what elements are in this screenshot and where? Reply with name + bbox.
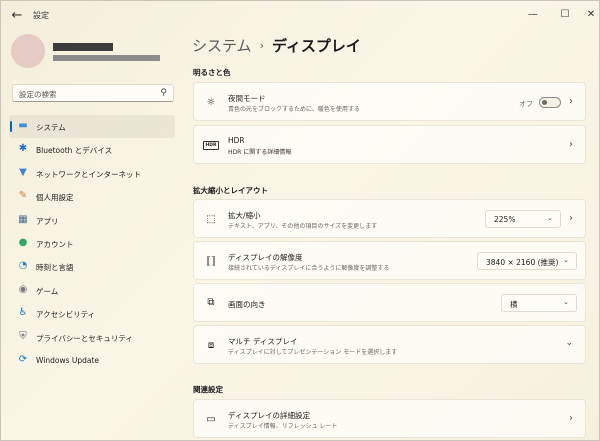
sidebar-item-1[interactable]: ✱ Bluetooth とデバイス [9,138,175,161]
hdr-desc: HDR に関する詳細情報 [228,149,292,156]
sidebar-item-label: Windows Update [36,355,100,365]
toggle-knob [542,100,547,105]
sidebar-item-2[interactable]: ▼ ネットワークとインターネット [9,162,175,185]
chevron-right-icon: › [569,213,573,224]
breadcrumb: システム › ディスプレイ [192,35,361,56]
scale-dropdown[interactable]: 225% ⌄ [485,210,561,228]
search-placeholder: 設定の検索 [19,90,57,99]
sidebar-item-label: 時刻と言語 [36,263,74,273]
chevron-right-icon: › [569,139,573,150]
monitor-icon: ▬ [18,120,28,131]
monitor-icon: ▭ [206,414,216,425]
scale-desc: テキスト、アプリ、その他の項目のサイズを変更します [228,223,378,230]
night-light-toggle-label: オフ [519,100,533,108]
shield-icon: ⛨ [19,330,27,342]
resolution-title: ディスプレイの解像度 [228,253,303,262]
back-button[interactable]: ← [7,7,27,25]
orientation-value: 横 [510,300,518,309]
bluetooth-icon: ✱ [18,143,28,155]
sidebar-nav: ▬ システム ✱ Bluetooth とデバイス ▼ ネットワークとインターネット ✎ 個人用… [9,115,175,372]
sidebar-item-label: システム [36,123,66,132]
sidebar-item-label: アカウント [36,239,74,249]
resolution-icon: ⟦⟧ [206,256,216,267]
sidebar-item-label: プライバシーとセキュリティ [36,333,133,343]
sidebar-item-9[interactable]: ⛨ プライバシーとセキュリティ [9,326,175,349]
orientation-icon: ⧉ [207,297,215,308]
accessibility-icon: ♿ [18,307,28,319]
multi-display-card[interactable]: ⧈ マルチ ディスプレイ ディスプレイに対してプレゼンテーション モードを選択し… [193,325,586,364]
apps-icon: ▦ [18,213,28,225]
night-light-desc: 青色の光をブロックするために、暖色を使用する [228,106,360,113]
maximize-button[interactable]: ☐ [553,5,577,25]
orientation-card[interactable]: ⧉ 画面の向き 横 ⌄ [193,283,586,322]
minimize-button[interactable]: — [521,5,545,25]
hdr-icon: HDR [203,141,219,150]
sidebar-item-label: アクセシビリティ [36,310,96,320]
sidebar-item-label: ネットワークとインターネット [36,169,141,179]
hdr-title: HDR [228,136,245,145]
chevron-down-icon[interactable]: ⌄ [565,338,573,348]
sidebar-item-10[interactable]: ⟳ Windows Update [9,349,175,372]
section-title-brightness: 明るさと色 [193,68,231,77]
person-icon: ● [18,236,28,248]
resolution-dropdown[interactable]: 3840 × 2160 (推奨) ⌄ [477,252,577,270]
app-title: 設定 [33,11,49,20]
sidebar-item-label: アプリ [36,216,59,226]
sidebar-item-3[interactable]: ✎ 個人用設定 [9,185,175,208]
resolution-card[interactable]: ⟦⟧ ディスプレイの解像度 接続されているディスプレイに合うように解像度を調整す… [193,241,586,280]
search-input[interactable]: 設定の検索 ⚲ [12,84,174,102]
gamepad-icon: ◉ [18,283,28,295]
advanced-display-desc: ディスプレイ情報、リフレッシュ レート [228,423,338,430]
search-icon[interactable]: ⚲ [160,88,167,98]
scale-title: 拡大/縮小 [228,211,261,220]
section-title-related: 関連設定 [193,385,223,394]
night-light-title: 夜間モード [228,94,266,103]
avatar[interactable] [11,34,45,68]
brightness-icon: ☼ [206,97,216,108]
resolution-value: 3840 × 2160 (推奨) [486,258,559,267]
sidebar-item-6[interactable]: ◔ 時刻と言語 [9,255,175,278]
sidebar-item-4[interactable]: ▦ アプリ [9,209,175,232]
settings-window: ← 設定 — ☐ ✕ 設定の検索 ⚲ ▬ システム ✱ Bluetooth とデバイス… [0,0,600,441]
orientation-title: 画面の向き [228,300,266,309]
night-light-toggle[interactable] [539,97,561,108]
sidebar-item-label: 個人用設定 [36,193,74,203]
hdr-card[interactable]: HDR HDR HDR に関する詳細情報 › [193,125,586,164]
chevron-right-icon: › [569,413,573,424]
chevron-right-icon: › [259,39,264,52]
sidebar-item-8[interactable]: ♿ アクセシビリティ [9,302,175,325]
scale-value: 225% [494,215,516,224]
advanced-display-title: ディスプレイの詳細設定 [228,411,310,420]
sidebar-item-label: Bluetooth とデバイス [36,146,113,156]
user-name-redacted [53,43,113,51]
orientation-dropdown[interactable]: 横 ⌄ [501,294,577,312]
chevron-down-icon: ⌄ [547,214,553,222]
brush-icon: ✎ [18,190,28,202]
close-button[interactable]: ✕ [579,5,600,25]
scale-card[interactable]: ⬚ 拡大/縮小 テキスト、アプリ、その他の項目のサイズを変更します 225% ⌄… [193,199,586,238]
globe-clock-icon: ◔ [18,260,28,272]
multi-display-desc: ディスプレイに対してプレゼンテーション モードを選択します [228,349,398,356]
page-title: ディスプレイ [271,37,361,55]
update-icon: ⟳ [18,353,28,365]
sidebar-item-5[interactable]: ● アカウント [9,232,175,255]
advanced-display-card[interactable]: ▭ ディスプレイの詳細設定 ディスプレイ情報、リフレッシュ レート › [193,399,586,438]
night-light-card[interactable]: ☼ 夜間モード 青色の光をブロックするために、暖色を使用する オフ › [193,82,586,121]
sidebar-item-label: ゲーム [36,286,59,296]
sidebar-item-7[interactable]: ◉ ゲーム [9,279,175,302]
wifi-icon: ▼ [19,166,27,178]
breadcrumb-parent[interactable]: システム [192,37,252,55]
multi-display-icon: ⧈ [207,340,215,351]
user-email-redacted [53,55,160,61]
section-title-scale-layout: 拡大縮小とレイアウト [193,186,268,195]
scale-icon: ⬚ [206,214,216,225]
chevron-down-icon: ⌄ [563,256,569,264]
sidebar-item-0[interactable]: ▬ システム [9,115,175,139]
chevron-down-icon: ⌄ [563,298,569,306]
resolution-desc: 接続されているディスプレイに合うように解像度を調整する [228,265,390,272]
multi-display-title: マルチ ディスプレイ [228,337,298,346]
title-bar: ← 設定 — ☐ ✕ [1,1,600,31]
chevron-right-icon: › [569,96,573,107]
